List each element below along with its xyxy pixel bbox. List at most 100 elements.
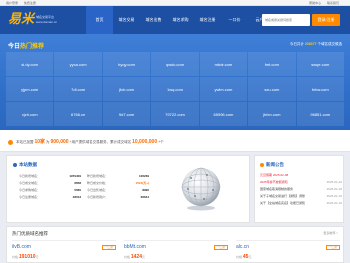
stat-value: 6658: [74, 181, 81, 185]
news-item-title: 2025年春节放假通知: [260, 180, 288, 184]
nav-item-sell[interactable]: 域名出售: [140, 6, 167, 34]
domain-cell[interactable]: yjpm.com: [6, 77, 54, 101]
stat-row: 今日注册域名： 48013: [19, 195, 81, 199]
banner-title: 今日热门推荐: [8, 44, 45, 50]
domain-cell[interactable]: 65996.com: [199, 102, 248, 126]
domain-cell[interactable]: 96851.com: [296, 102, 344, 126]
search-input[interactable]: [262, 14, 310, 26]
stat-value: 1979409: [69, 174, 81, 178]
news-panel-title: 新闻公告: [260, 162, 284, 168]
news-item[interactable]: 国家域名取消限制的服务 2025-01-18: [260, 186, 342, 193]
login-link[interactable]: 用户登录: [6, 1, 18, 5]
card-price-value: 191010: [18, 254, 36, 260]
stat-label: 昨日新增域名：: [87, 174, 109, 178]
domain-cell[interactable]: ywlm.com: [199, 77, 248, 101]
stat-label: 今日注册域名：: [19, 195, 41, 199]
domain-cell[interactable]: swqe.com: [296, 52, 344, 76]
stat-row: 今日新增用户： 66644: [87, 195, 149, 199]
domain-cell[interactable]: jbfxn.com: [248, 102, 296, 126]
domain-cell[interactable]: qwdc.com: [151, 52, 199, 76]
news-icon: [260, 162, 264, 167]
stat-value: 8990: [142, 188, 149, 192]
contact-link[interactable]: 联系我们: [327, 1, 339, 5]
domain-cell[interactable]: 1wq.com: [151, 77, 199, 101]
domain-cell[interactable]: jfcb.com: [102, 77, 151, 101]
news-item-date: 2025-01-18: [326, 187, 342, 191]
domain-cell[interactable]: si.dy.com: [6, 52, 54, 76]
domain-cell[interactable]: sxu.com: [248, 77, 296, 101]
domain-card[interactable]: alc.cn 一口价 价格 45元: [236, 240, 340, 263]
stat-value: 1524(万+): [135, 181, 149, 185]
stat-value: 126239: [138, 174, 149, 178]
domain-cell[interactable]: 7dl.com: [54, 77, 102, 101]
banner-stat: 今日共计 208377 个域名成交候选: [289, 42, 342, 46]
login-button[interactable]: 登录/注册: [312, 14, 340, 26]
news-panel: 新闻公告 元旦假期 2025-02-08 2025年春节放假通知 2025-01-2…: [254, 155, 344, 223]
hot-cards: ilvB.com 一口价价格 191010元 bbMt.com 一口价 价格 1424元…: [12, 240, 340, 263]
stat-label: 今日新增用户：: [87, 195, 109, 199]
hot-section-title: 热门优质域名推荐: [12, 231, 48, 236]
notice-bar: 本站已加盟 10家 为 900,000 +用户提供域名交易服务，累计成交域名 1…: [0, 130, 350, 152]
stat-row: 昨日新增域名： 126239: [87, 174, 149, 178]
register-link[interactable]: 免费注册: [24, 1, 36, 5]
news-item[interactable]: 元旦假期 2025-02-08: [260, 172, 342, 179]
total-count: 10,000,000: [132, 139, 158, 145]
news-item-date: 2025-01-22: [326, 180, 342, 184]
nav-item-buy[interactable]: 域名求购: [167, 6, 194, 34]
stat-row: 今日求购域名： 5060: [19, 188, 81, 192]
domain-cell[interactable]: hyqy.com: [102, 52, 151, 76]
site-logo[interactable]: 易米 域名交易平台 www.domain.cn: [8, 10, 78, 30]
card-domain[interactable]: alc.cn: [236, 244, 249, 250]
nav-item-home[interactable]: 首页: [86, 6, 113, 34]
stat-row: 昨日成交价格： 1524(万+): [87, 181, 149, 185]
domain-card[interactable]: ilvB.com 一口价价格 191010元: [12, 240, 116, 263]
card-price: 价格 191010元: [12, 254, 39, 260]
nav-item-register[interactable]: 域名注册: [194, 6, 221, 34]
domain-cell[interactable]: 9d7.com: [102, 102, 151, 126]
site-header: 易米 域名交易平台 www.domain.cn 首页 域名交易 域名出售 域名求…: [0, 6, 350, 34]
bell-icon: [8, 139, 13, 145]
stat-label: 昨日成交价格：: [87, 181, 109, 185]
card-price-value: 1424: [130, 254, 142, 260]
domain-grid: si.dy.com yyca.com hyqy.com qwdc.com mbdr.co…: [6, 52, 344, 126]
domain-cell[interactable]: 79722.com: [151, 102, 199, 126]
domain-cell[interactable]: xjzh.com: [6, 102, 54, 126]
domain-card[interactable]: bbMt.com 一口价 价格 1424元: [124, 240, 228, 263]
stat-value: 48013: [72, 195, 81, 199]
domain-cell[interactable]: fnhw.com: [296, 77, 344, 101]
domain-cell[interactable]: yyca.com: [54, 52, 102, 76]
stat-label: 今日求购域名：: [19, 188, 41, 192]
hot-domains-section: 热门优质域名推荐 更多推荐 > ilvB.com 一口价价格 191010元 bbM…: [6, 226, 344, 263]
news-item-title: 关于【全站域名实名】功能已通知: [260, 201, 306, 205]
more-link[interactable]: 更多推荐 >: [323, 231, 338, 235]
help-link[interactable]: 帮助中心: [309, 1, 321, 5]
stat-row: 今日出售域名： 8990: [87, 188, 149, 192]
domain-cell[interactable]: mbdr.com: [199, 52, 248, 76]
partner-count: 10家: [34, 139, 46, 145]
news-item-date: 2025-01-16: [326, 201, 342, 205]
logo-mark: 易米: [8, 12, 35, 27]
card-tag: 一口价: [326, 245, 340, 250]
domain-cell[interactable]: fmt.com: [248, 52, 296, 76]
user-count: 900,000: [50, 139, 69, 145]
nav-item-trade[interactable]: 域名交易: [113, 6, 140, 34]
hot-domains-banner: 今日热门推荐 今日共计 208377 个域名成交候选 si.dy.com yyca…: [0, 34, 350, 130]
globe-sphere-illustration: [181, 167, 221, 211]
card-domain[interactable]: ilvB.com: [12, 244, 31, 250]
stats-list: 今日新增域名： 1979409 昨日新增域名： 126239 今日成交域名： 6658 昨日…: [19, 174, 149, 199]
news-item-title: 关于子域名交易进行【通知】调整: [260, 194, 306, 198]
stat-value: 66644: [140, 195, 149, 199]
news-list: 元旦假期 2025-02-08 2025年春节放假通知 2025-01-22 国家域名…: [260, 172, 342, 207]
stats-icon: [13, 162, 17, 167]
domain-cell[interactable]: 6766.cn: [54, 102, 102, 126]
card-tag: 一口价: [102, 245, 116, 250]
stat-value: 5060: [74, 188, 81, 192]
news-item[interactable]: 关于子域名交易进行【通知】调整 2025-01-16: [260, 193, 342, 200]
card-domain[interactable]: bbMt.com: [124, 244, 146, 250]
nav-item-fixed-price[interactable]: 一口价: [221, 6, 248, 34]
news-item[interactable]: 2025年春节放假通知 2025-01-22: [260, 179, 342, 186]
news-item-date: 2025-01-16: [326, 194, 342, 198]
stat-row: 今日成交域名： 6658: [19, 181, 81, 185]
news-item[interactable]: 关于【全站域名实名】功能已通知 2025-01-16: [260, 200, 342, 207]
news-item-title: 元旦假期 2025-02-08: [260, 173, 289, 177]
